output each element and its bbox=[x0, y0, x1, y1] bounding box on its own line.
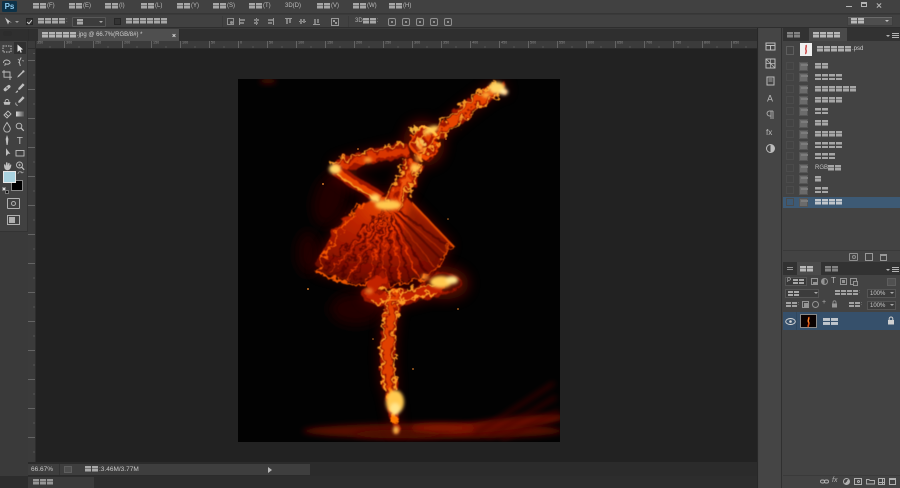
svg-text:T: T bbox=[17, 136, 23, 146]
svg-text:A: A bbox=[767, 94, 773, 104]
svg-text:fx: fx bbox=[766, 128, 772, 137]
